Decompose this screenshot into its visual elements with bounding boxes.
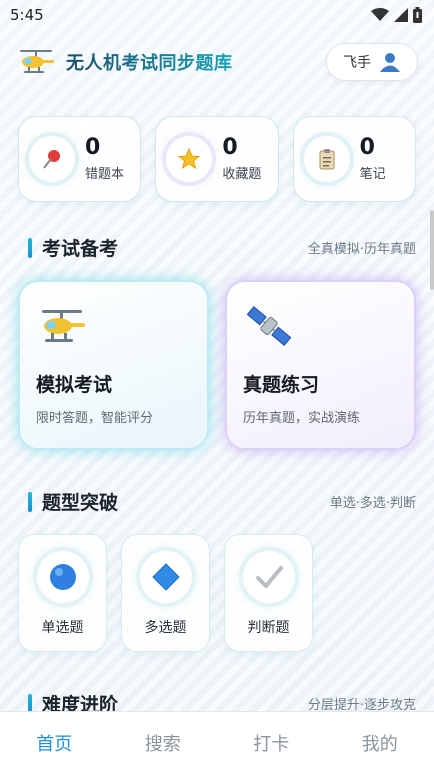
section-title: 题型突破 [42,492,119,514]
stat-count: 0 [222,134,238,160]
true-false-card[interactable]: 判断题 [224,534,313,652]
tab-checkin[interactable]: 打卡 [217,730,326,756]
signal-icon [394,8,408,22]
favorites-card[interactable]: 0 收藏题 [155,116,279,202]
exam-card-title: 真题练习 [243,374,320,396]
stat-count: 0 [359,134,375,160]
qtype-label: 单选题 [41,620,84,636]
tab-profile[interactable]: 我的 [326,730,434,756]
star-icon [166,136,213,182]
helicopter-icon [42,310,85,342]
exam-card-desc: 限时答题，智能评分 [36,411,154,426]
wifi-icon [371,8,389,21]
section-subtitle: 单选·多选·判断 [329,496,416,511]
stat-label: 笔记 [359,166,386,182]
stat-label: 收藏题 [222,166,262,182]
user-name: 飞手 [343,55,371,71]
app-title: 无人机考试同步题库 [66,49,233,75]
single-choice-card[interactable]: 单选题 [18,534,107,652]
tab-search[interactable]: 搜索 [109,730,218,756]
user-profile-button[interactable]: 飞手 [326,43,418,81]
section-title: 考试备考 [42,238,119,260]
wrong-questions-card[interactable]: 0 错题本 [18,116,142,202]
qtype-label: 判断题 [247,620,290,636]
scrollbar[interactable] [430,210,434,290]
brand: 无人机考试同步题库 [16,47,233,77]
section-accent-bar [28,237,32,258]
stat-count: 0 [85,134,101,160]
stat-label: 错题本 [85,166,125,182]
qtype-section-header: 题型突破 单选·多选·判断 [28,488,416,515]
status-time: 5:45 [10,6,44,24]
exam-cards: 模拟考试 限时答题，智能评分 真题练习 历年真题，实战演练 [18,280,416,450]
exam-section-header: 考试备考 全真模拟·历年真题 [28,234,416,261]
user-icon [380,53,400,72]
helicopter-icon [20,50,54,73]
tab-home[interactable]: 首页 [0,730,109,756]
section-accent-bar [28,491,32,512]
qtype-label: 多选题 [144,620,187,636]
qtype-cards: 单选题 多选题 判断题 [18,534,313,652]
blue-circle-icon [36,551,89,603]
blue-diamond-icon [139,551,192,603]
exam-card-title: 模拟考试 [36,374,113,396]
battery-icon [413,7,422,23]
clipboard-icon [303,136,350,182]
mock-exam-card[interactable]: 模拟考试 限时答题，智能评分 [18,280,209,450]
satellite-icon [246,306,292,346]
pushpin-icon [29,136,75,182]
status-icons [371,7,422,23]
notes-card[interactable]: 0 笔记 [292,116,416,202]
multiple-choice-card[interactable]: 多选题 [121,534,210,652]
stats-row: 0 错题本 0 收藏题 0 笔记 [18,116,416,202]
check-mark-icon [242,551,295,603]
status-bar: 5:45 [0,0,434,30]
bottom-tab-bar: 首页 搜索 打卡 我的 [0,711,434,773]
section-subtitle: 全真模拟·历年真题 [307,242,416,257]
real-exam-card[interactable]: 真题练习 历年真题，实战演练 [225,280,416,450]
header: 无人机考试同步题库 飞手 [16,40,418,84]
exam-card-desc: 历年真题，实战演练 [243,411,361,426]
